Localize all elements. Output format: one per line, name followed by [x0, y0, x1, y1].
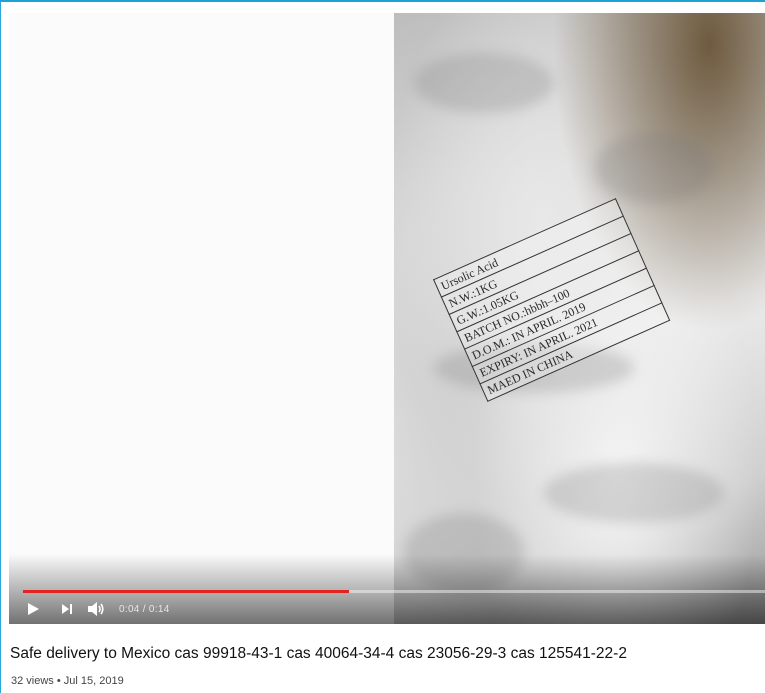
progress-fill [23, 590, 350, 593]
time-display: 0:04 / 0:14 [119, 603, 170, 615]
play-button[interactable] [23, 599, 43, 619]
video-blank-area [9, 13, 394, 624]
progress-bar[interactable] [23, 590, 765, 593]
volume-button[interactable] [85, 599, 107, 619]
play-icon [28, 603, 39, 615]
next-button[interactable] [57, 599, 77, 619]
next-icon [62, 604, 72, 614]
video-title: Safe delivery to Mexico cas 99918-43-1 c… [10, 645, 627, 662]
video-player[interactable]: Ursolic Acid N.W.:1KG G.W.:1.05KG BATCH … [9, 13, 765, 624]
player-controls: 0:04 / 0:14 [23, 598, 170, 620]
video-meta: 32 views • Jul 15, 2019 [11, 675, 124, 687]
volume-icon [88, 602, 104, 616]
